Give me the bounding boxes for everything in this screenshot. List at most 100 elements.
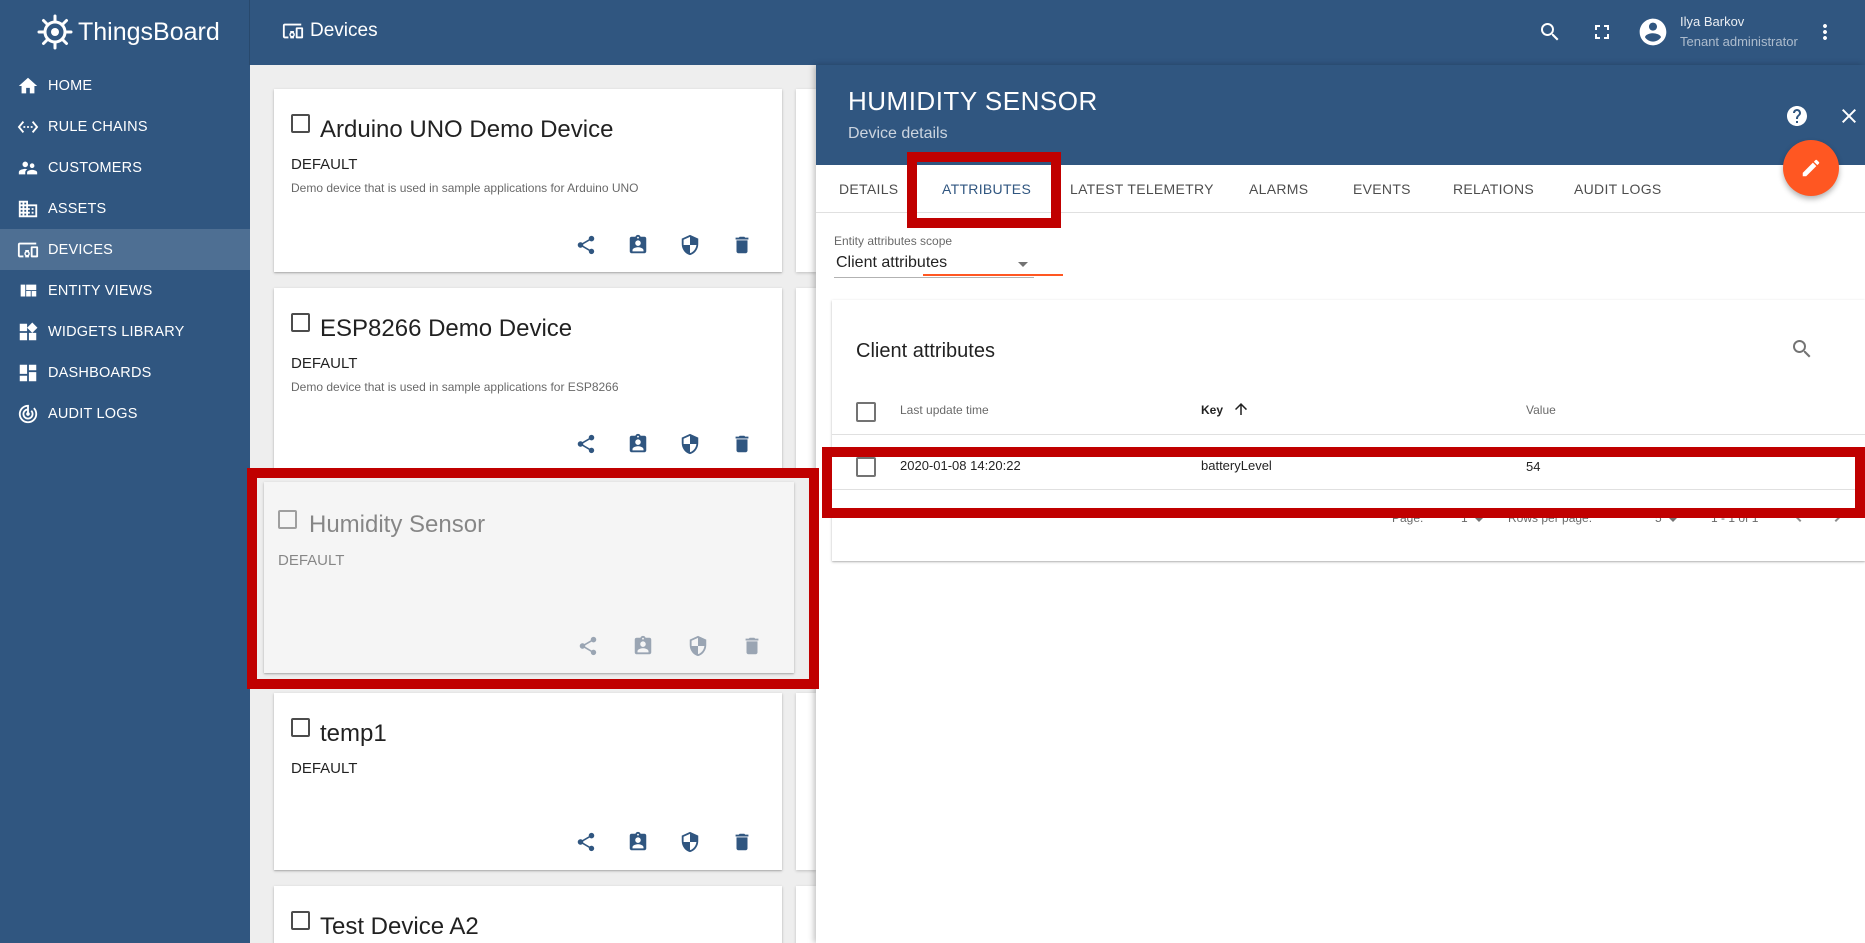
highlight-attribute-row bbox=[822, 447, 1865, 518]
thingsboard-logo-icon bbox=[37, 14, 73, 50]
fullscreen-icon[interactable] bbox=[1590, 20, 1614, 44]
tab-audit-logs[interactable]: AUDIT LOGS bbox=[1574, 165, 1662, 213]
home-icon bbox=[18, 77, 38, 93]
tab-latest-telemetry[interactable]: LATEST TELEMETRY bbox=[1070, 165, 1214, 213]
sidebar-item-label: CUSTOMERS bbox=[48, 159, 143, 176]
column-header-key[interactable]: Key bbox=[1201, 403, 1223, 417]
highlight-attributes-tab bbox=[907, 152, 1061, 228]
share-icon[interactable] bbox=[575, 234, 597, 256]
sidebar-item-label: DEVICES bbox=[48, 241, 114, 258]
view-quilt-icon bbox=[20, 284, 37, 296]
security-icon[interactable] bbox=[679, 433, 701, 455]
security-icon[interactable] bbox=[679, 831, 701, 853]
close-icon[interactable] bbox=[1837, 104, 1861, 128]
settings-ethernet-icon bbox=[17, 120, 39, 133]
supervisor-account-icon bbox=[18, 161, 38, 174]
tab-relations[interactable]: RELATIONS bbox=[1453, 165, 1534, 213]
assign-to-customer-icon[interactable] bbox=[627, 433, 649, 455]
card-checkbox[interactable] bbox=[291, 718, 310, 737]
device-title: ESP8266 Demo Device bbox=[320, 315, 573, 342]
sidebar-item-label: AUDIT LOGS bbox=[48, 405, 138, 422]
sidebar-item-label: WIDGETS LIBRARY bbox=[48, 323, 185, 340]
scope-value: Client attributes bbox=[836, 254, 948, 271]
sidebar-item-audit-logs[interactable]: AUDIT LOGS bbox=[0, 393, 250, 434]
tab-events[interactable]: EVENTS bbox=[1353, 165, 1411, 213]
tab-details[interactable]: DETAILS bbox=[839, 165, 898, 213]
device-description: Demo device that is used in sample appli… bbox=[291, 181, 639, 195]
tab-alarms[interactable]: ALARMS bbox=[1249, 165, 1308, 213]
highlight-selected-card bbox=[247, 468, 819, 689]
column-header-value[interactable]: Value bbox=[1526, 403, 1556, 417]
security-icon[interactable] bbox=[679, 234, 701, 256]
domain-icon bbox=[18, 200, 38, 217]
sidebar-item-entity-views[interactable]: ENTITY VIEWS bbox=[0, 270, 250, 311]
user-role: Tenant administrator bbox=[1680, 34, 1798, 49]
panel-header: HUMIDITY SENSOR Device details bbox=[816, 65, 1865, 165]
device-title: Test Device A2 bbox=[320, 913, 479, 940]
sidebar: HOME RULE CHAINS CUSTOMERS ASSETS DEVICE… bbox=[0, 65, 250, 943]
app-logo[interactable]: ThingsBoard bbox=[0, 0, 250, 65]
attributes-table-card: Client attributes Last update time Key V… bbox=[832, 300, 1865, 561]
scope-label: Entity attributes scope bbox=[834, 234, 953, 248]
share-icon[interactable] bbox=[575, 433, 597, 455]
arrow-upward-icon[interactable] bbox=[1232, 400, 1250, 418]
delete-icon[interactable] bbox=[731, 433, 753, 455]
sidebar-item-label: ENTITY VIEWS bbox=[48, 282, 153, 299]
widgets-icon bbox=[19, 322, 38, 340]
sidebar-item-label: HOME bbox=[48, 77, 93, 94]
sidebar-item-home[interactable]: HOME bbox=[0, 65, 250, 106]
search-icon[interactable] bbox=[1538, 20, 1562, 44]
select-all-checkbox[interactable] bbox=[856, 402, 876, 422]
device-card-peek bbox=[796, 288, 816, 471]
sidebar-item-label: DASHBOARDS bbox=[48, 364, 152, 381]
device-card-peek bbox=[796, 886, 816, 943]
track-changes-icon bbox=[18, 404, 38, 423]
column-header-last-update-time[interactable]: Last update time bbox=[900, 403, 989, 417]
dropdown-caret-icon bbox=[1018, 262, 1028, 267]
devices-other-icon bbox=[17, 242, 39, 257]
top-toolbar: ThingsBoard Devices Ilya Barkov Tenant a… bbox=[0, 0, 1865, 65]
device-card-peek bbox=[796, 693, 816, 870]
device-type: DEFAULT bbox=[291, 355, 358, 372]
breadcrumb-label: Devices bbox=[310, 20, 378, 41]
panel-subtitle: Device details bbox=[848, 125, 948, 142]
account-circle-icon[interactable] bbox=[1637, 16, 1669, 48]
devices-other-icon bbox=[282, 23, 304, 39]
help-icon[interactable] bbox=[1785, 104, 1809, 128]
search-icon[interactable] bbox=[1790, 337, 1814, 361]
device-card[interactable]: temp1 DEFAULT bbox=[274, 693, 782, 870]
sidebar-item-rule-chains[interactable]: RULE CHAINS bbox=[0, 106, 250, 147]
device-card[interactable]: ESP8266 Demo Device DEFAULT Demo device … bbox=[274, 288, 782, 471]
assign-to-customer-icon[interactable] bbox=[627, 831, 649, 853]
dashboards-icon bbox=[19, 364, 37, 381]
card-checkbox[interactable] bbox=[291, 313, 310, 332]
device-description: Demo device that is used in sample appli… bbox=[291, 380, 619, 394]
device-card[interactable]: Test Device A2 bbox=[274, 886, 782, 943]
device-type: DEFAULT bbox=[291, 156, 358, 173]
sidebar-item-customers[interactable]: CUSTOMERS bbox=[0, 147, 250, 188]
share-icon[interactable] bbox=[575, 831, 597, 853]
delete-icon[interactable] bbox=[731, 831, 753, 853]
sidebar-item-label: RULE CHAINS bbox=[48, 118, 148, 135]
app-name: ThingsBoard bbox=[78, 18, 220, 46]
device-card[interactable]: Arduino UNO Demo Device DEFAULT Demo dev… bbox=[274, 89, 782, 272]
sidebar-item-label: ASSETS bbox=[48, 200, 107, 217]
breadcrumb: Devices bbox=[282, 20, 378, 42]
scope-select[interactable]: Client attributes bbox=[834, 251, 1034, 278]
sidebar-item-assets[interactable]: ASSETS bbox=[0, 188, 250, 229]
user-name: Ilya Barkov bbox=[1680, 14, 1745, 29]
assign-to-customer-icon[interactable] bbox=[627, 234, 649, 256]
card-checkbox[interactable] bbox=[291, 114, 310, 133]
device-card-peek bbox=[796, 89, 816, 272]
more-vert-icon[interactable] bbox=[1813, 20, 1837, 44]
sidebar-item-widgets-library[interactable]: WIDGETS LIBRARY bbox=[0, 311, 250, 352]
device-type: DEFAULT bbox=[291, 760, 358, 777]
device-title: Arduino UNO Demo Device bbox=[320, 116, 614, 143]
sidebar-item-devices[interactable]: DEVICES bbox=[0, 229, 250, 270]
device-title: temp1 bbox=[320, 720, 387, 747]
attributes-table-title: Client attributes bbox=[856, 340, 995, 362]
sidebar-item-dashboards[interactable]: DASHBOARDS bbox=[0, 352, 250, 393]
delete-icon[interactable] bbox=[731, 234, 753, 256]
card-checkbox[interactable] bbox=[291, 911, 310, 930]
divider bbox=[832, 434, 1865, 435]
